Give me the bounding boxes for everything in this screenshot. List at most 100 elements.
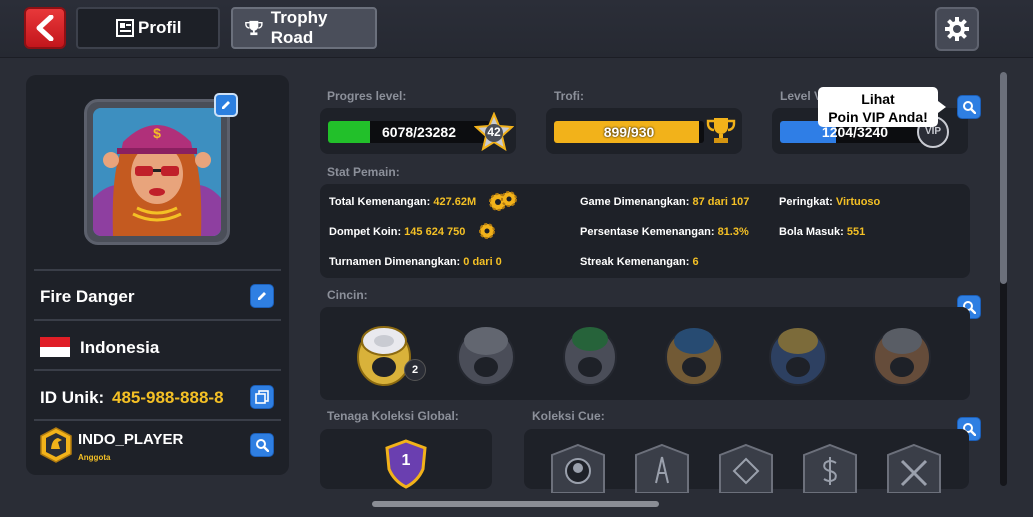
vip-level-label: Level V bbox=[780, 89, 823, 103]
level-progress-label: Progres level: bbox=[327, 89, 407, 103]
indonesia-flag-icon bbox=[40, 337, 70, 357]
stat-tournaments-value: 0 dari 0 bbox=[463, 256, 502, 268]
avatar-frame: $ bbox=[84, 99, 230, 245]
club-search-button[interactable] bbox=[250, 433, 274, 457]
stat-games-won-value: 87 dari 107 bbox=[692, 196, 750, 208]
unique-id-value: 485-988-888-8 bbox=[112, 388, 224, 407]
copy-icon bbox=[255, 390, 269, 404]
player-name: Fire Danger bbox=[40, 287, 135, 306]
club-role: Anggota bbox=[78, 453, 111, 462]
vip-search-button[interactable] bbox=[957, 95, 981, 119]
back-arrow-icon bbox=[36, 15, 54, 41]
stat-win-streak-value: 6 bbox=[692, 256, 699, 268]
pencil-icon bbox=[258, 292, 266, 300]
stat-rank-label: Peringkat: bbox=[779, 196, 833, 208]
pencil-icon bbox=[222, 101, 230, 109]
stat-win-percentage-value: 81.3% bbox=[717, 226, 749, 238]
eight-ball-badge-icon[interactable] bbox=[548, 443, 608, 493]
profile-panel: $ Fire Danger Indonesia ID Unik: 485-988… bbox=[26, 75, 289, 475]
stat-tournaments: Turnamen Dimenangkan: 0 dari 0 bbox=[329, 256, 502, 268]
ring-gold-count-badge: 2 bbox=[404, 359, 426, 381]
stat-rank-value: Virtuoso bbox=[835, 196, 881, 208]
trophy-icon bbox=[245, 20, 263, 36]
eiffel-badge-icon[interactable] bbox=[632, 443, 692, 493]
stat-total-wins-value: 427.62M bbox=[433, 196, 477, 208]
level-progress-text: 6078/23282 bbox=[382, 124, 456, 140]
trophy-icon bbox=[706, 118, 736, 143]
stat-rank: Peringkat: Virtuoso bbox=[779, 196, 880, 208]
tab-trophy-road-label: Trophy Road bbox=[270, 8, 328, 47]
stat-wallet: Dompet Koin: 145 624 750 bbox=[329, 226, 465, 238]
stat-wallet-value: 145 624 750 bbox=[404, 226, 466, 238]
ring-copper[interactable] bbox=[870, 319, 936, 389]
stat-total-wins: Total Kemenangan: 427.62M bbox=[329, 196, 476, 208]
crossed-swords-badge-icon[interactable] bbox=[884, 443, 944, 493]
gold-gear-icon bbox=[479, 223, 495, 239]
cue-collection-title: Koleksi Cue: bbox=[532, 409, 605, 423]
player-stats-box: Total Kemenangan: 427.62M Dompet Koin: 1… bbox=[320, 184, 970, 278]
stat-win-percentage-label: Persentase Kemenangan: bbox=[580, 226, 715, 238]
global-collection-box: 1 bbox=[320, 429, 492, 489]
country-name: Indonesia bbox=[80, 338, 160, 357]
cue-collection-box bbox=[524, 429, 969, 493]
home-indicator-bar[interactable] bbox=[372, 501, 659, 507]
unique-id-label: ID Unik: bbox=[40, 388, 105, 407]
tooltip-line-1: Lihat bbox=[861, 91, 895, 107]
stat-wallet-label: Dompet Koin: bbox=[329, 226, 402, 238]
stat-total-wins-label: Total Kemenangan: bbox=[329, 196, 431, 208]
club-badge-icon bbox=[40, 427, 72, 463]
edit-avatar-button[interactable] bbox=[214, 93, 238, 117]
search-icon bbox=[256, 439, 269, 452]
global-collection-title: Tenaga Koleksi Global: bbox=[327, 409, 459, 423]
top-bar: Profil Trophy Road bbox=[0, 0, 1033, 58]
trophy-progress-text: 899/930 bbox=[603, 124, 655, 140]
vertical-scrollbar-thumb[interactable] bbox=[1000, 72, 1007, 284]
ring-silver[interactable] bbox=[454, 319, 520, 389]
player-stats-title: Stat Pemain: bbox=[327, 165, 400, 179]
profile-card-icon bbox=[116, 19, 134, 37]
tab-profil-label: Profil bbox=[138, 18, 182, 37]
trophy-label: Trofi: bbox=[554, 89, 584, 103]
diamond-badge-icon[interactable] bbox=[716, 443, 776, 493]
ring-gold-count: 2 bbox=[411, 364, 419, 376]
svg-text:$: $ bbox=[153, 125, 161, 141]
global-collection-level: 1 bbox=[401, 452, 411, 469]
rings-box: 2 bbox=[320, 307, 970, 400]
level-badge-number: 42 bbox=[487, 125, 501, 139]
vertical-scrollbar[interactable] bbox=[1000, 72, 1007, 486]
stat-balls-potted: Bola Masuk: 551 bbox=[779, 226, 865, 238]
copy-id-button[interactable] bbox=[250, 385, 274, 409]
club-row: INDO_PLAYER Anggota bbox=[34, 419, 281, 469]
back-button[interactable] bbox=[24, 7, 66, 49]
name-row: Fire Danger bbox=[34, 269, 281, 319]
stat-balls-potted-value: 551 bbox=[846, 226, 866, 238]
ring-bronze[interactable] bbox=[662, 319, 728, 389]
vip-badge-text: VIP bbox=[924, 126, 942, 137]
settings-button[interactable] bbox=[935, 7, 979, 51]
stat-balls-potted-label: Bola Masuk: bbox=[779, 226, 844, 238]
tooltip-line-2: Poin VIP Anda! bbox=[828, 109, 928, 125]
edit-name-button[interactable] bbox=[250, 284, 274, 308]
avatar: $ bbox=[93, 108, 221, 236]
stat-tournaments-label: Turnamen Dimenangkan: bbox=[329, 256, 461, 268]
trophy-progress-box: 899/930 bbox=[546, 108, 742, 154]
vip-points-tooltip: Lihat Poin VIP Anda! bbox=[818, 87, 946, 127]
stat-win-streak-label: Streak Kemenangan: bbox=[580, 256, 690, 268]
club-name: INDO_PLAYER bbox=[78, 431, 184, 448]
ring-green[interactable] bbox=[558, 319, 624, 389]
rings-title: Cincin: bbox=[327, 288, 368, 302]
unique-id-row: ID Unik: 485-988-888-8 bbox=[34, 369, 281, 419]
trophy-progress-bar: 899/930 bbox=[554, 121, 704, 143]
gold-gears-icon bbox=[489, 191, 517, 211]
gear-icon bbox=[945, 17, 969, 41]
stat-win-streak: Streak Kemenangan: 6 bbox=[580, 256, 699, 268]
dollar-badge-icon[interactable] bbox=[800, 443, 860, 493]
stat-win-percentage: Persentase Kemenangan: 81.3% bbox=[580, 226, 749, 238]
stat-games-won-label: Game Dimenangkan: bbox=[580, 196, 690, 208]
tab-profil[interactable]: Profil bbox=[76, 7, 220, 49]
tab-trophy-road[interactable]: Trophy Road bbox=[231, 7, 377, 49]
search-icon bbox=[963, 101, 976, 114]
level-progress-box: 6078/23282 42 bbox=[320, 108, 516, 154]
ring-navy[interactable] bbox=[766, 319, 832, 389]
stat-games-won: Game Dimenangkan: 87 dari 107 bbox=[580, 196, 749, 208]
